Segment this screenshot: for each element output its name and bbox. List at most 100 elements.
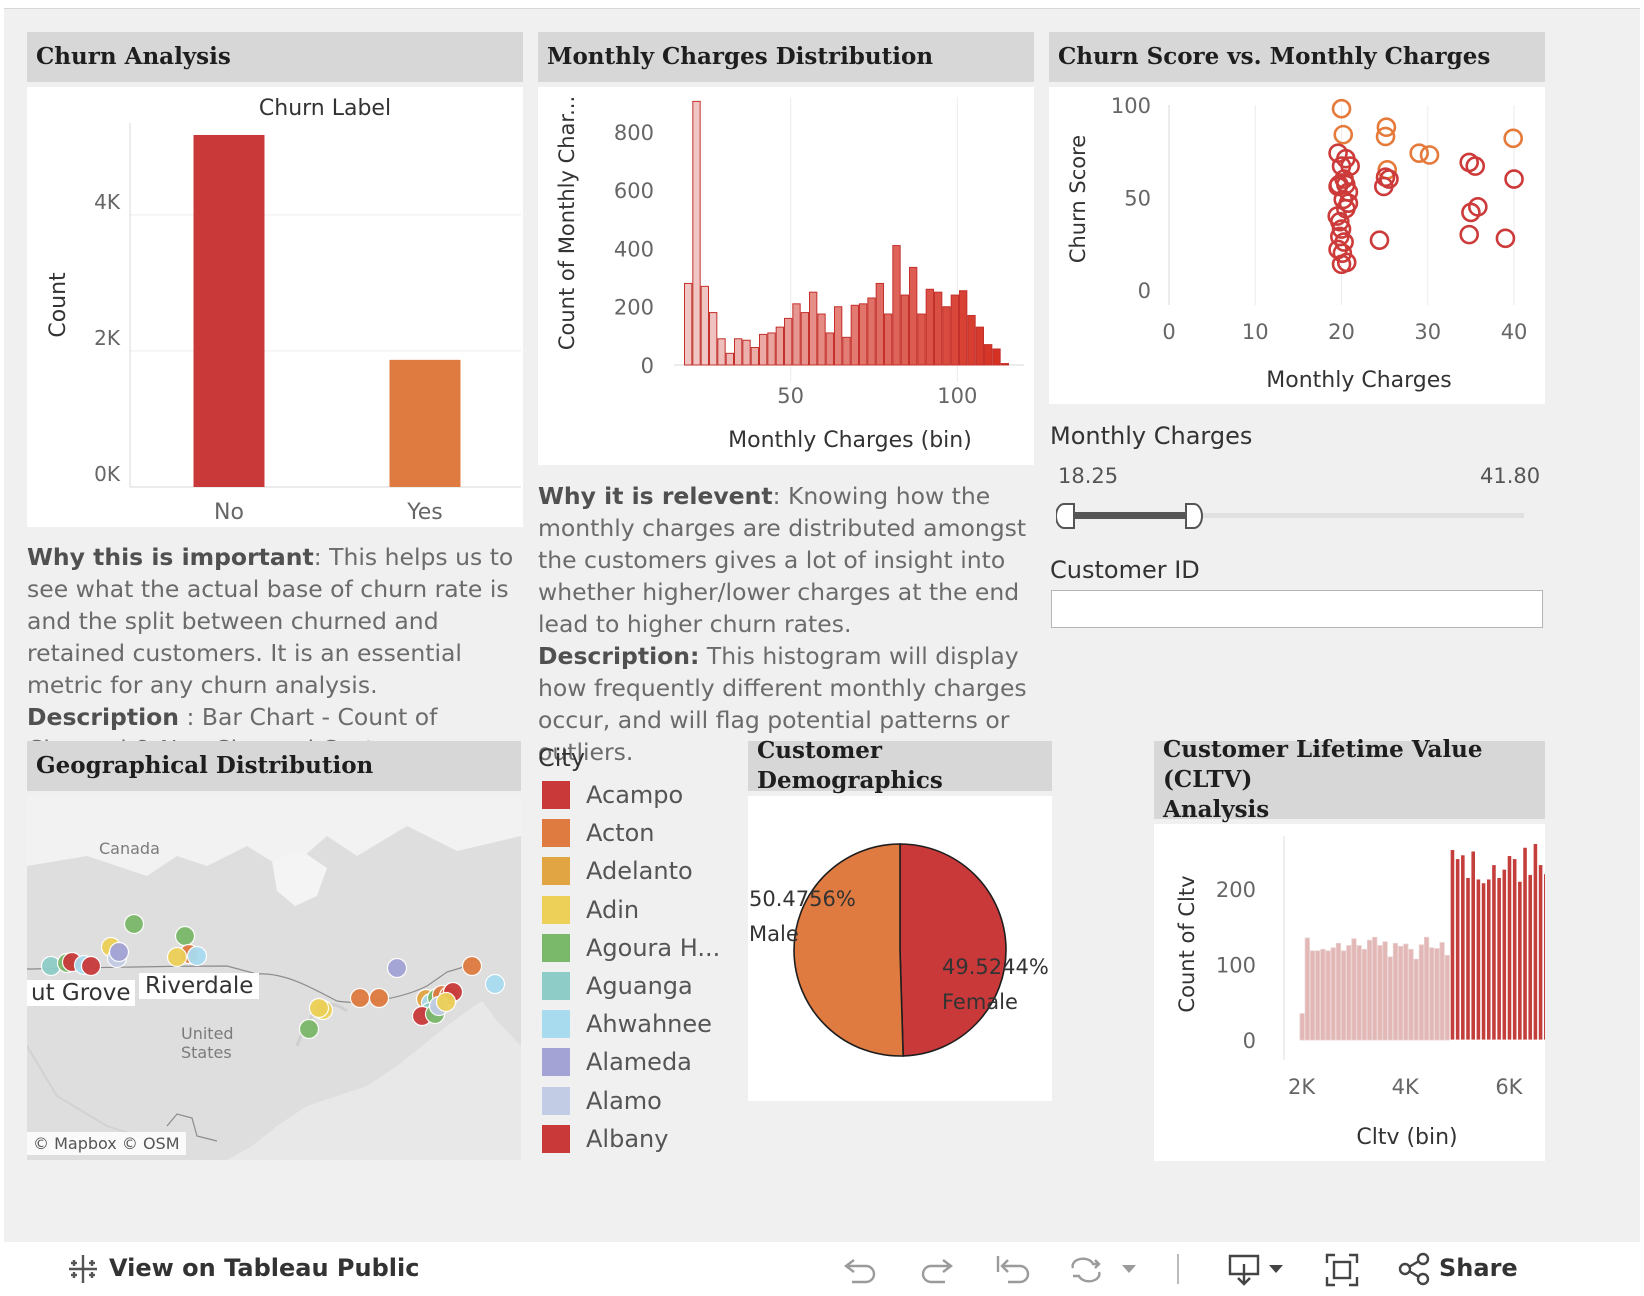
cltv-bar: [1351, 938, 1357, 1041]
score-ytick-label: 100: [1111, 94, 1151, 118]
pie-category-label: Female: [942, 990, 1018, 1014]
fullscreen-icon[interactable]: [1324, 1252, 1360, 1288]
score-panel-title: Churn Score vs. Monthly Charges: [1049, 32, 1545, 82]
monthly-bar: [759, 333, 768, 366]
cltv-title-line2: Analysis: [1163, 796, 1270, 823]
tableau-toolbar: View on Tableau Public Share: [4, 1242, 1640, 1296]
monthly-bar: [684, 282, 693, 366]
cltv-bar: [1335, 942, 1342, 1041]
monthly-desc-lead2: Description:: [538, 642, 700, 670]
churn-ytick-label: 0K: [94, 462, 121, 486]
slider-handle-high[interactable]: [1184, 502, 1204, 530]
cltv-bar: [1408, 948, 1414, 1041]
cltv-histogram[interactable]: 0 100 200 2K 4K 6K Count of Cltv Cltv (bin): [1154, 824, 1570, 1161]
legend-item[interactable]: Alameda: [542, 1047, 692, 1077]
monthly-bar: [900, 294, 909, 366]
slider-fill: [1072, 512, 1189, 519]
monthly-bar: [717, 338, 726, 366]
slider-handle-low[interactable]: [1056, 502, 1076, 530]
cltv-chart-area: 0 100 200 2K 4K 6K Count of Cltv Cltv (bin): [1154, 824, 1570, 1161]
legend-item[interactable]: Adelanto: [542, 856, 693, 886]
share-icon[interactable]: [1397, 1252, 1431, 1286]
cltv-bar: [1403, 943, 1409, 1041]
legend-item[interactable]: Ahwahnee: [542, 1009, 712, 1039]
score-point: [1333, 124, 1354, 145]
cltv-bar: [1444, 954, 1450, 1041]
monthly-histogram[interactable]: 50 100 0 200 400 600 800 Count of Monthly Char.…: [538, 87, 1034, 465]
redo-icon[interactable]: [917, 1252, 955, 1286]
legend-title: City: [538, 744, 586, 772]
refresh-dropdown-icon[interactable]: [1120, 1262, 1138, 1276]
legend-item[interactable]: Acton: [542, 818, 655, 848]
map-city-markers[interactable]: [27, 796, 521, 1160]
view-on-tableau-link[interactable]: View on Tableau Public: [109, 1254, 419, 1282]
customer-id-input[interactable]: [1051, 590, 1543, 628]
legend-item[interactable]: Acampo: [542, 780, 683, 810]
cltv-bar: [1377, 945, 1383, 1041]
cltv-bar: [1527, 874, 1533, 1041]
share-button[interactable]: Share: [1439, 1254, 1518, 1282]
download-icon[interactable]: [1226, 1250, 1262, 1288]
cltv-bar: [1382, 941, 1388, 1041]
cltv-bar: [1330, 947, 1336, 1041]
legend-item[interactable]: Albany: [542, 1124, 668, 1154]
cltv-bar: [1423, 936, 1430, 1041]
refresh-icon[interactable]: [1067, 1252, 1105, 1286]
cltv-bar: [1361, 948, 1367, 1041]
monthly-ytick-label: 200: [614, 296, 654, 320]
legend-item[interactable]: Alamo: [542, 1086, 662, 1116]
monthly-range-slider[interactable]: [1056, 502, 1524, 530]
cltv-bar: [1356, 945, 1362, 1041]
cltv-bar: [1346, 945, 1352, 1041]
score-point: [1503, 128, 1523, 149]
pie-category-label: Male: [749, 922, 799, 946]
score-xtick-label: 20: [1328, 320, 1355, 344]
monthly-chart-area: 50 100 0 200 400 600 800 Count of Monthly Char.…: [538, 87, 1034, 465]
score-scatter-chart[interactable]: 0 10 20 30 40 0 50 100 Churn Score Monthly Charge…: [1049, 87, 1545, 404]
legend-item[interactable]: Adin: [542, 895, 639, 925]
download-dropdown-icon[interactable]: [1267, 1262, 1285, 1276]
demo-chart-area: 50.4756% Male 49.5244% Female: [748, 796, 1052, 1101]
cltv-xtick-label: 6K: [1495, 1075, 1523, 1099]
score-point: [1495, 228, 1516, 249]
monthly-filter-max: 41.80: [1480, 464, 1541, 488]
cltv-bar: [1398, 945, 1404, 1041]
legend-label: Agoura H...: [586, 933, 721, 962]
cltv-bar: [1470, 850, 1476, 1041]
monthly-bar: [767, 332, 776, 366]
monthly-bar: [892, 245, 901, 366]
score-xtick-label: 30: [1414, 320, 1441, 344]
cltv-title-line1: Customer Lifetime Value (CLTV): [1163, 736, 1483, 793]
undo-icon[interactable]: [842, 1252, 880, 1286]
monthly-filter-min: 18.25: [1058, 464, 1119, 488]
demographics-pie-chart[interactable]: 50.4756% Male 49.5244% Female: [748, 796, 1052, 1101]
monthly-bar: [884, 313, 893, 366]
tableau-logo-icon[interactable]: [66, 1252, 100, 1286]
churn-bar-chart[interactable]: Churn Label 0K 2K 4K Count No Yes: [27, 87, 523, 527]
toolbar-divider: [1177, 1254, 1179, 1284]
cltv-bar: [1439, 942, 1445, 1041]
cltv-ytick-label: 200: [1216, 878, 1256, 902]
map-credit[interactable]: © Mapbox © OSM: [27, 1132, 186, 1155]
monthly-ylabel: Count of Monthly Char...: [555, 96, 579, 350]
cltv-xtick-label: 4K: [1392, 1075, 1420, 1099]
cltv-bar: [1418, 944, 1424, 1041]
cltv-bar: [1325, 950, 1331, 1041]
geo-map[interactable]: Canada United States ut Grove Riverdale …: [27, 796, 521, 1160]
score-xtick-label: 40: [1501, 320, 1528, 344]
cltv-ytick-label: 0: [1243, 1029, 1256, 1053]
monthly-filter-title: Monthly Charges: [1050, 422, 1253, 450]
legend-item[interactable]: Aguanga: [542, 971, 693, 1001]
legend-label: Adelanto: [586, 857, 693, 886]
cltv-bar: [1537, 864, 1544, 1041]
monthly-bar: [825, 332, 834, 366]
score-xtick-label: 10: [1242, 320, 1269, 344]
monthly-panel-title: Monthly Charges Distribution: [538, 32, 1034, 82]
cltv-bar: [1299, 1013, 1305, 1041]
legend-label: Adin: [586, 895, 640, 924]
legend-item[interactable]: Agoura H...: [542, 933, 720, 963]
cltv-bar: [1366, 939, 1373, 1041]
revert-icon[interactable]: [994, 1252, 1032, 1286]
legend-label: Alamo: [586, 1086, 662, 1115]
churn-description: Why this is important: This helps us to …: [27, 541, 527, 765]
